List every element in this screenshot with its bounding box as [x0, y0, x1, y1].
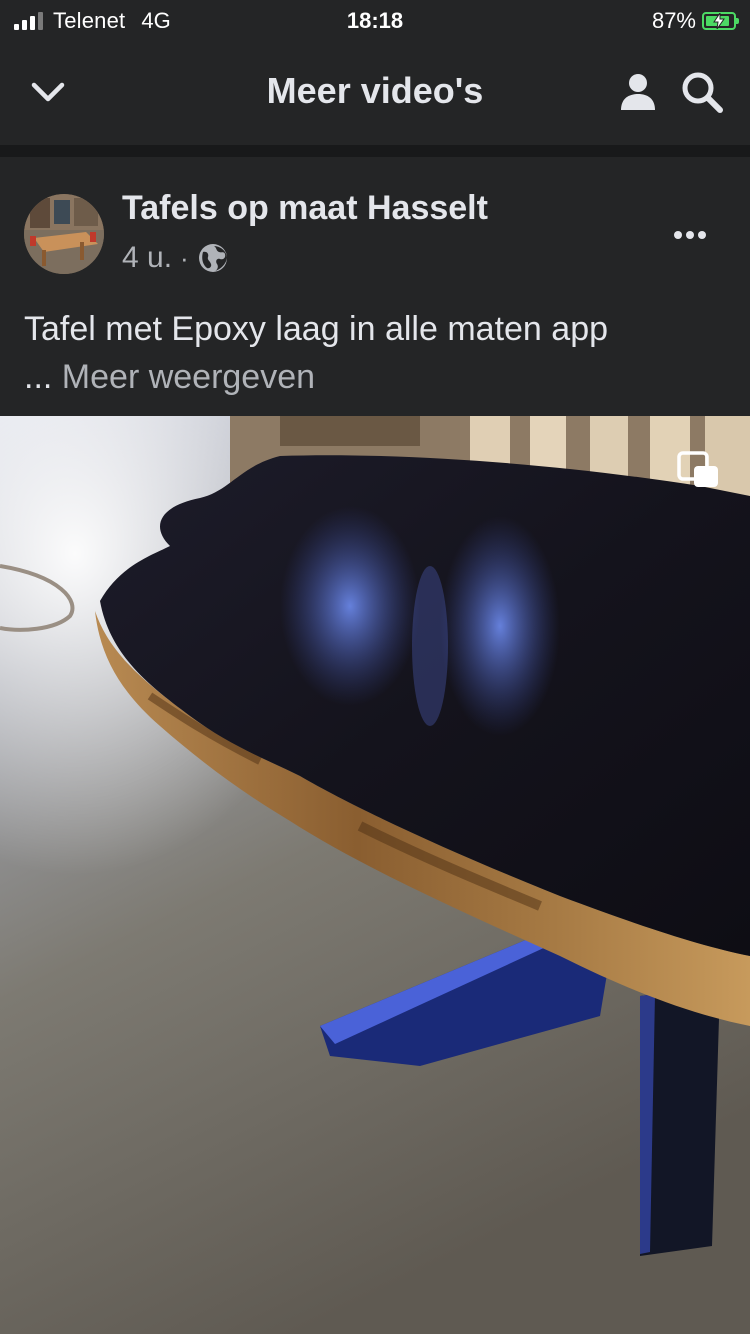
status-right: 87%	[651, 8, 739, 34]
caption-text: Tafel met Epoxy laag in alle maten app	[24, 310, 609, 348]
video-post: Tafels op maat Hasselt 4 u. · Tafel met …	[0, 157, 750, 417]
more-horizontal-icon[interactable]	[666, 221, 714, 249]
status-bar: Telenet 4G 18:18 87%	[0, 0, 750, 40]
post-time: 4 u.	[122, 241, 173, 274]
post-caption: Tafel met Epoxy laag in alle maten app .…	[24, 305, 724, 401]
battery-percent: 87%	[651, 8, 696, 33]
caption-ellipsis: ...	[24, 358, 53, 396]
page-avatar[interactable]	[24, 194, 104, 274]
status-time: 18:18	[346, 8, 404, 33]
post-meta: 4 u. ·	[122, 241, 229, 275]
see-more-link[interactable]: Meer weergeven	[62, 358, 315, 396]
video-frame	[0, 416, 750, 1334]
search-icon[interactable]	[680, 70, 724, 114]
caption-more-line: ... Meer weergeven	[24, 353, 724, 401]
battery-icon	[702, 12, 739, 30]
more-options-button[interactable]	[666, 221, 714, 249]
page-name[interactable]: Tafels op maat Hasselt	[122, 189, 488, 228]
video-player[interactable]	[0, 416, 750, 1334]
top-bar: Meer video's	[0, 40, 750, 145]
globe-icon	[197, 242, 229, 274]
person-icon[interactable]	[616, 70, 660, 114]
section-divider	[0, 145, 750, 157]
meta-separator: ·	[180, 242, 189, 273]
picture-in-picture-icon[interactable]	[676, 450, 720, 490]
charging-bolt-icon	[713, 13, 725, 29]
